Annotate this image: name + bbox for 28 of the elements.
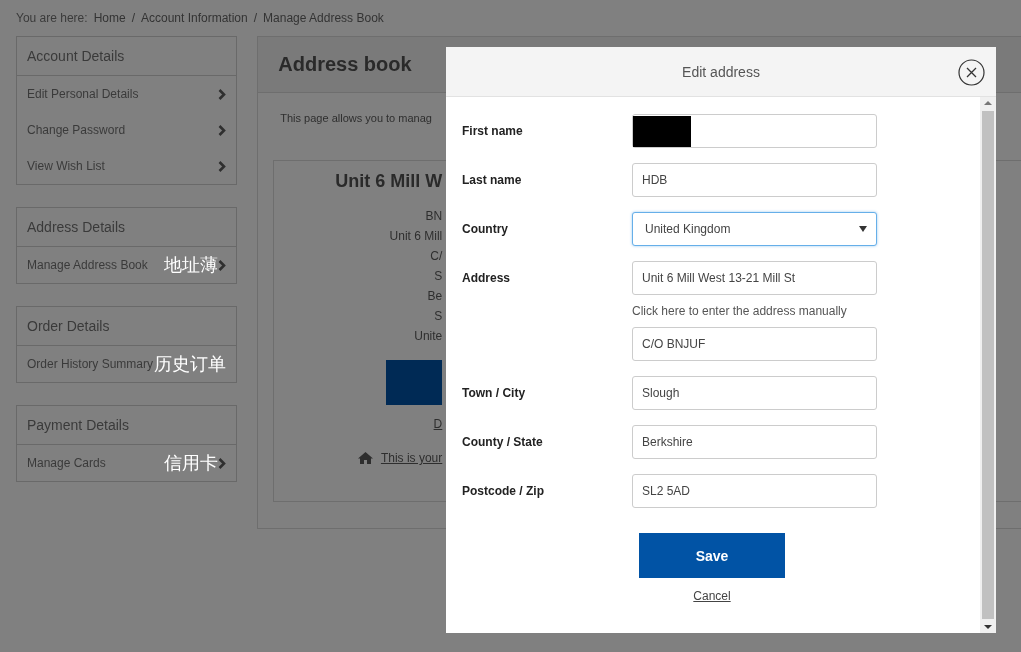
- address-line: Unite: [414, 328, 443, 345]
- breadcrumb-separator: /: [131, 11, 135, 25]
- annotation-text: 信用卡: [164, 451, 219, 475]
- address-line: BN: [425, 208, 443, 225]
- address-line: S: [434, 268, 443, 285]
- address-line: C/: [430, 248, 443, 265]
- annotation-text: 历史订单: [154, 352, 227, 376]
- sidebar-heading: Account Details: [17, 37, 237, 76]
- breadcrumb-separator: /: [253, 11, 258, 25]
- address-line: Unit 6 Mill: [389, 228, 443, 245]
- modal-title: Edit address: [682, 63, 760, 80]
- field-label: Country: [462, 222, 509, 236]
- sidebar-heading: Order Details: [17, 307, 237, 346]
- field-label: First name: [462, 124, 524, 138]
- field-label: Town / City: [462, 386, 527, 400]
- field-label: Postcode / Zip: [462, 484, 545, 498]
- field-label: Address: [462, 271, 512, 285]
- address-line: S: [434, 308, 443, 325]
- field-label: County / State: [462, 435, 544, 449]
- annotation-text: 地址薄: [164, 253, 219, 277]
- page-title: Address book: [278, 53, 412, 76]
- sidebar-heading: Address Details: [17, 208, 237, 247]
- sidebar-heading: Payment Details: [17, 406, 237, 445]
- intro-text: This page allows you to manag: [280, 112, 433, 124]
- address-line: Be: [427, 288, 443, 305]
- field-label: Last name: [462, 173, 523, 187]
- breadcrumb-label: You are here:: [16, 11, 88, 25]
- address-heading: Unit 6 Mill W: [335, 171, 443, 192]
